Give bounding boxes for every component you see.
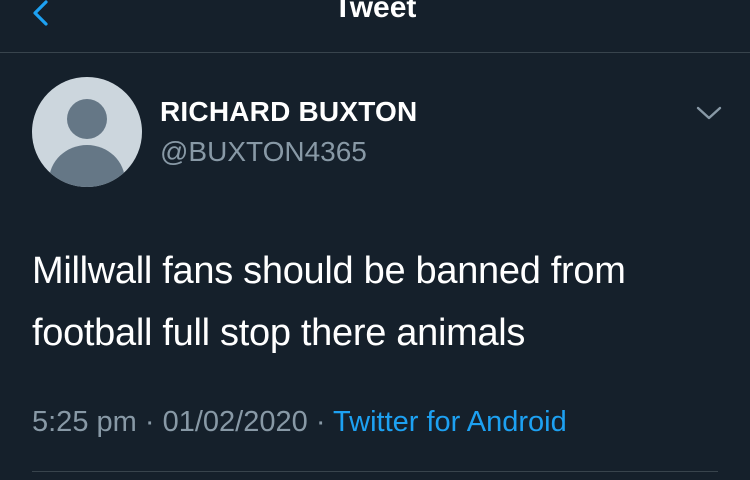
tweet-time: 5:25 pm xyxy=(32,406,137,438)
tweet-source-link[interactable]: Twitter for Android xyxy=(333,406,567,438)
tweet-text: Millwall fans should be banned from foot… xyxy=(32,250,626,354)
page-title: Tweet xyxy=(333,0,417,24)
tweet-metadata: 5:25 pm · 01/02/2020 · Twitter for Andro… xyxy=(32,404,567,440)
tweet-date: 01/02/2020 xyxy=(162,406,308,438)
chevron-down-icon xyxy=(696,106,722,120)
author-display-name[interactable]: RICHARD BUXTON xyxy=(160,96,417,128)
author-handle[interactable]: @BUXTON4365 xyxy=(160,136,367,168)
avatar[interactable] xyxy=(32,77,142,187)
divider xyxy=(32,471,718,472)
top-nav-bar: Tweet xyxy=(0,0,750,53)
default-avatar-icon xyxy=(49,99,125,187)
tweet-options-button[interactable] xyxy=(692,98,726,128)
meta-separator: · xyxy=(144,406,155,438)
meta-separator: · xyxy=(315,406,326,438)
